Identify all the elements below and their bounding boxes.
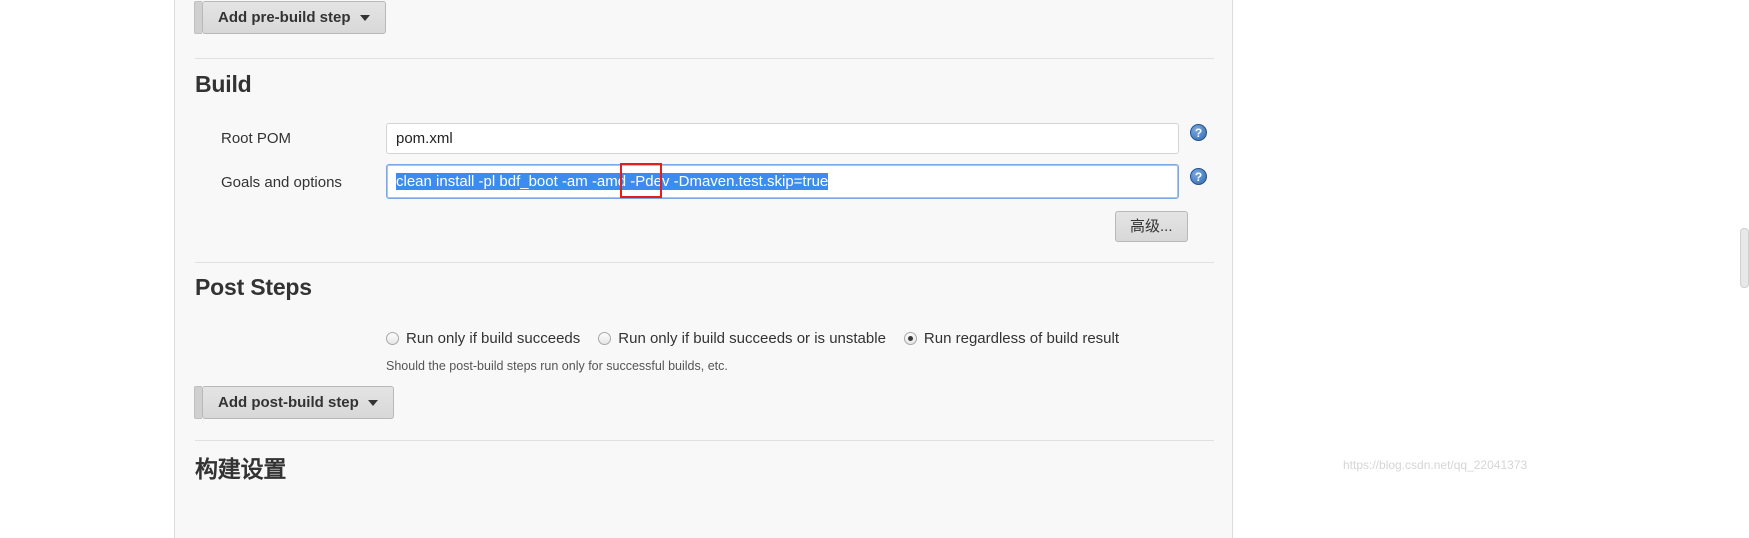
post-steps-radio-group: Run only if build succeeds Run only if b… [386, 330, 1127, 347]
post-step-option-label: Run only if build succeeds [406, 330, 581, 347]
button-grip [194, 1, 202, 34]
vertical-scrollbar-thumb[interactable] [1740, 228, 1749, 288]
goals-and-options-input[interactable]: clean install -pl bdf_boot -am -amd -Pde… [386, 164, 1179, 199]
add-pre-build-step-button-body[interactable]: Add pre-build step [202, 1, 386, 34]
build-settings-section-title: 构建设置 [195, 456, 287, 482]
page-left-margin [0, 0, 174, 538]
post-steps-section-title: Post Steps [195, 274, 312, 300]
post-step-option-label: Run regardless of build result [923, 330, 1120, 347]
build-section-divider [195, 58, 1214, 59]
post-steps-hint: Should the post-build steps run only for… [386, 359, 728, 373]
add-post-build-step-label: Add post-build step [218, 394, 359, 411]
add-pre-build-step-label: Add pre-build step [218, 9, 351, 26]
advanced-button[interactable]: 高级... [1115, 211, 1188, 242]
add-pre-build-step-button[interactable]: Add pre-build step [194, 1, 386, 34]
post-steps-section-divider [195, 262, 1214, 263]
goals-and-options-selected-text: clean install -pl bdf_boot -am -amd -Pde… [396, 173, 829, 190]
build-settings-section-divider [195, 440, 1214, 441]
root-pom-help-icon[interactable]: ? [1190, 124, 1207, 141]
root-pom-label: Root POM [221, 130, 292, 147]
post-step-option-regardless[interactable]: Run regardless of build result [903, 330, 1120, 347]
button-grip [194, 386, 202, 419]
goals-and-options-help-icon[interactable]: ? [1190, 168, 1207, 185]
job-config-panel: Add pre-build step Build Root POM pom.xm… [174, 0, 1233, 538]
screenshot-root: Add pre-build step Build Root POM pom.xm… [0, 0, 1749, 538]
radio-icon-selected[interactable] [903, 332, 917, 345]
add-post-build-step-button-body[interactable]: Add post-build step [202, 386, 394, 419]
watermark-text: https://blog.csdn.net/qq_22041373 [1343, 458, 1528, 472]
chevron-down-icon [359, 14, 370, 21]
add-post-build-step-button[interactable]: Add post-build step [194, 386, 394, 419]
build-section-title: Build [195, 71, 252, 97]
post-step-option-build-succeeds[interactable]: Run only if build succeeds [386, 330, 580, 347]
goals-and-options-label: Goals and options [221, 174, 342, 191]
post-step-option-succeeds-or-unstable[interactable]: Run only if build succeeds or is unstabl… [598, 330, 886, 347]
root-pom-input[interactable]: pom.xml [386, 123, 1179, 154]
chevron-down-icon [367, 399, 378, 406]
radio-icon[interactable] [598, 332, 612, 345]
post-step-option-label: Run only if build succeeds or is unstabl… [618, 330, 886, 347]
radio-icon[interactable] [386, 332, 399, 345]
